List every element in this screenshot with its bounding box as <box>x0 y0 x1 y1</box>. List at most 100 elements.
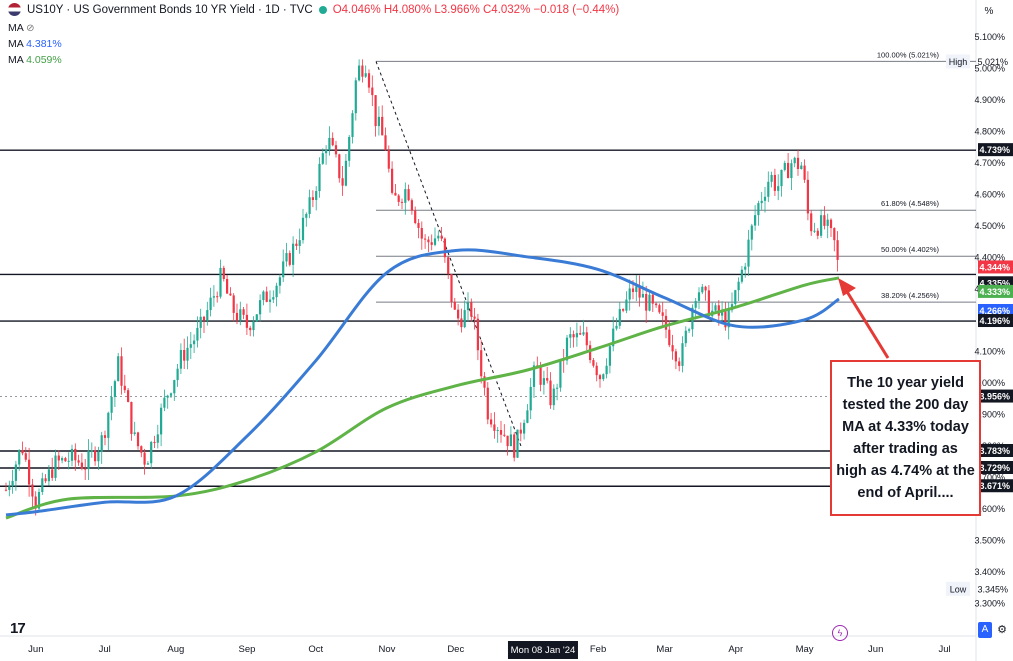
candle-body <box>18 450 21 465</box>
candle-body <box>816 230 819 236</box>
candle-body <box>381 116 384 136</box>
candle-body <box>160 407 163 435</box>
candle-body <box>216 296 219 298</box>
chart-area[interactable]: 100.00% (5.021%) 61.80% (4.548%) 50.00% (4… <box>0 0 1013 661</box>
tag-value: 3.345% <box>977 584 1008 594</box>
candle-body <box>513 434 516 458</box>
candle-body <box>697 292 701 301</box>
candle-body <box>328 137 331 150</box>
candle-body <box>140 446 143 453</box>
candle-body <box>457 309 460 319</box>
x-tick-label: Apr <box>728 644 743 655</box>
candle-body <box>70 448 74 461</box>
auto-scale-button[interactable]: A <box>978 622 992 638</box>
candle-body <box>11 480 14 487</box>
percent-scale-button[interactable]: % <box>976 4 1002 20</box>
tag-value: 4.333% <box>979 287 1010 297</box>
x-tick-label: Jul <box>938 644 950 655</box>
candle-body <box>420 228 423 239</box>
tradingview-logo[interactable]: 17 <box>10 620 26 637</box>
candle-body <box>635 286 638 293</box>
eye-off-icon[interactable]: ⊘ <box>26 23 34 34</box>
candle-body <box>664 315 668 330</box>
candle-body <box>443 238 446 258</box>
candle-body <box>473 316 476 319</box>
candle-body <box>209 297 212 311</box>
candle-body <box>424 238 427 240</box>
ma1-label: MA <box>8 38 24 50</box>
candle-body <box>28 459 31 485</box>
candle-body <box>569 334 572 338</box>
tag-prefix: High <box>949 57 968 67</box>
open-value: O4.046% <box>332 3 381 16</box>
ma-indicator-2[interactable]: MA 4.059% <box>8 54 62 66</box>
x-tick-label: Oct <box>308 644 323 655</box>
axis-tag-6: 4.196% <box>978 314 1013 328</box>
ma-100-line <box>5 248 840 517</box>
candle-body <box>499 430 503 435</box>
candle-body <box>391 168 394 193</box>
candle-body <box>787 162 790 179</box>
candle-body <box>120 356 123 386</box>
ma-200-line <box>5 276 840 520</box>
candle-body <box>829 219 833 229</box>
candle-body <box>94 450 97 462</box>
candle-body <box>552 388 555 406</box>
candle-body <box>466 302 470 311</box>
candle-body <box>4 489 8 491</box>
bolt-icon[interactable]: ϟ <box>832 625 848 641</box>
ma-indicator-1[interactable]: MA 4.381% <box>8 38 62 50</box>
x-tick-label: Aug <box>167 644 184 655</box>
candle-body <box>806 179 809 214</box>
candle-body <box>529 386 532 411</box>
candle-body <box>704 286 707 291</box>
candle-body <box>674 351 677 362</box>
tag-value: 4.739% <box>979 145 1010 155</box>
axis-tag-low: Low 3.345% <box>946 581 1008 596</box>
axis-tag-4: 4.333% <box>978 284 1013 298</box>
candle-body <box>793 157 796 164</box>
candle-body <box>575 333 578 338</box>
candle-body <box>117 356 120 382</box>
high-value: H4.080% <box>383 3 432 16</box>
candle-body <box>100 435 103 452</box>
chart-header: US10Y · US Government Bonds 10 YR Yield … <box>8 3 619 16</box>
y-tick-label: 4.700% <box>974 158 1005 168</box>
candle-body <box>235 312 239 321</box>
candle-body <box>275 285 278 298</box>
ma-indicator-hidden[interactable]: MA ⊘ <box>8 22 34 34</box>
candle-body <box>549 380 552 406</box>
candle-body <box>77 460 80 463</box>
candle-body <box>519 429 522 434</box>
candle-body <box>430 242 433 245</box>
y-tick-label: 4.800% <box>974 126 1005 136</box>
candle-body <box>8 486 11 490</box>
axis-tag-10: 3.671% <box>978 479 1013 493</box>
candle-body <box>334 145 338 155</box>
candle-body <box>107 412 110 438</box>
candle-body <box>641 293 644 298</box>
candle-body <box>166 395 169 398</box>
gear-icon[interactable]: ⚙ <box>995 622 1009 638</box>
candle-body <box>358 65 361 81</box>
change-value: −0.018 (−0.44%) <box>533 3 620 16</box>
annotation-arrow-head <box>838 278 856 296</box>
candle-body <box>661 312 664 316</box>
candle-body <box>133 432 136 434</box>
candle-body <box>84 468 87 470</box>
candle-body <box>199 316 202 328</box>
candle-body <box>546 378 549 381</box>
candle-body <box>734 290 737 305</box>
candle-body <box>272 297 275 300</box>
candle-body <box>490 419 493 425</box>
y-tick-label: 3.500% <box>974 536 1005 546</box>
candle-body <box>21 450 24 454</box>
candle-body <box>572 334 575 338</box>
symbol-title[interactable]: US10Y · US Government Bonds 10 YR Yield … <box>27 4 313 16</box>
y-tick-label: 4.900% <box>974 95 1005 105</box>
candle-body <box>265 291 268 302</box>
candle-body <box>278 277 281 286</box>
candle-body <box>364 73 367 77</box>
candle-body <box>24 453 27 460</box>
candle-body <box>823 215 826 226</box>
